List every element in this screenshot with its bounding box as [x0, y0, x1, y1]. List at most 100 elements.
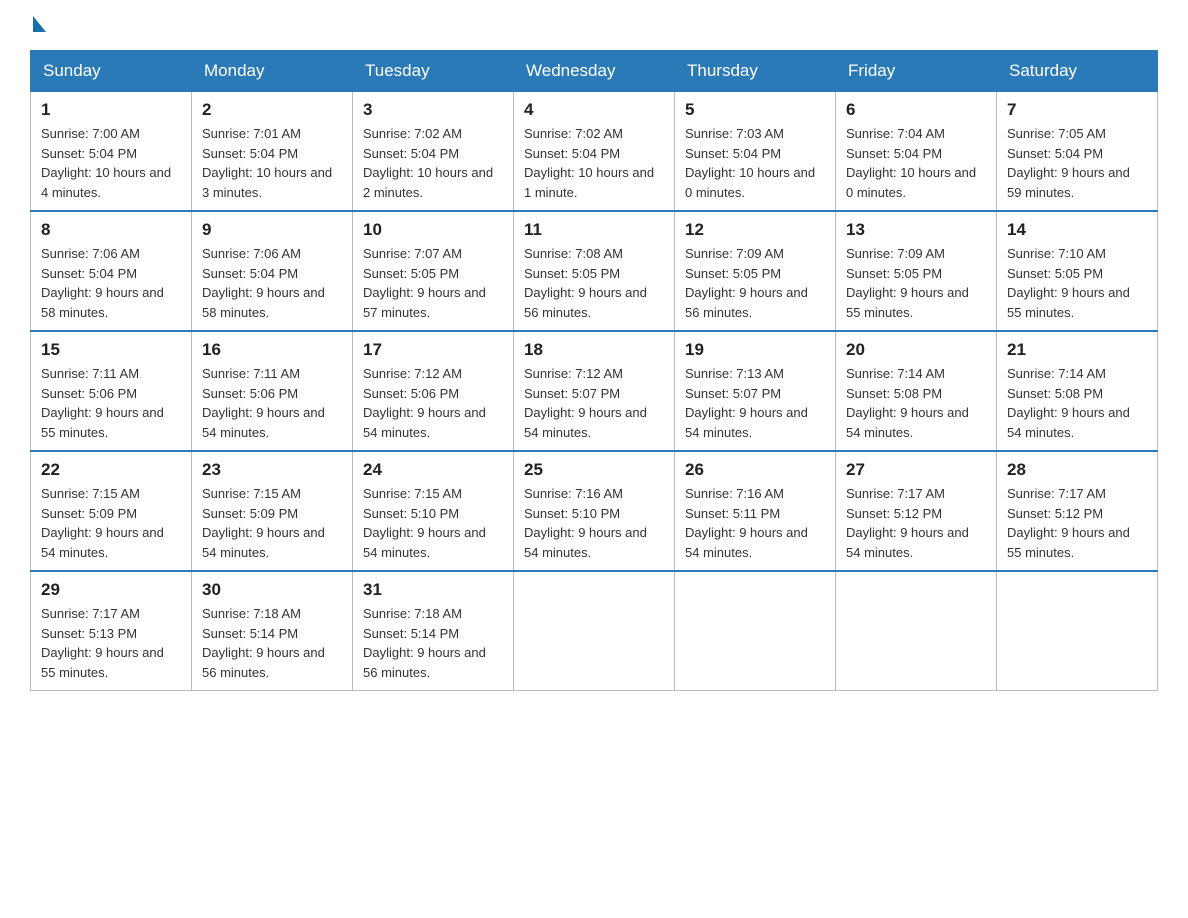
calendar-cell: 5 Sunrise: 7:03 AM Sunset: 5:04 PM Dayli… — [675, 92, 836, 212]
day-header-thursday: Thursday — [675, 51, 836, 92]
day-number: 9 — [202, 220, 342, 240]
day-number: 16 — [202, 340, 342, 360]
day-number: 26 — [685, 460, 825, 480]
day-header-saturday: Saturday — [997, 51, 1158, 92]
calendar-cell — [836, 571, 997, 691]
calendar-cell: 19 Sunrise: 7:13 AM Sunset: 5:07 PM Dayl… — [675, 331, 836, 451]
day-number: 29 — [41, 580, 181, 600]
calendar-cell: 17 Sunrise: 7:12 AM Sunset: 5:06 PM Dayl… — [353, 331, 514, 451]
day-number: 12 — [685, 220, 825, 240]
logo-line1 — [30, 20, 46, 32]
day-info: Sunrise: 7:08 AM Sunset: 5:05 PM Dayligh… — [524, 244, 664, 322]
calendar-cell — [675, 571, 836, 691]
calendar-cell: 18 Sunrise: 7:12 AM Sunset: 5:07 PM Dayl… — [514, 331, 675, 451]
calendar-cell: 2 Sunrise: 7:01 AM Sunset: 5:04 PM Dayli… — [192, 92, 353, 212]
day-info: Sunrise: 7:14 AM Sunset: 5:08 PM Dayligh… — [1007, 364, 1147, 442]
day-number: 15 — [41, 340, 181, 360]
calendar-cell: 9 Sunrise: 7:06 AM Sunset: 5:04 PM Dayli… — [192, 211, 353, 331]
day-info: Sunrise: 7:18 AM Sunset: 5:14 PM Dayligh… — [202, 604, 342, 682]
calendar-cell: 6 Sunrise: 7:04 AM Sunset: 5:04 PM Dayli… — [836, 92, 997, 212]
day-number: 6 — [846, 100, 986, 120]
day-info: Sunrise: 7:10 AM Sunset: 5:05 PM Dayligh… — [1007, 244, 1147, 322]
day-number: 1 — [41, 100, 181, 120]
week-row-2: 8 Sunrise: 7:06 AM Sunset: 5:04 PM Dayli… — [31, 211, 1158, 331]
day-info: Sunrise: 7:16 AM Sunset: 5:11 PM Dayligh… — [685, 484, 825, 562]
calendar-cell: 25 Sunrise: 7:16 AM Sunset: 5:10 PM Dayl… — [514, 451, 675, 571]
day-number: 13 — [846, 220, 986, 240]
calendar-table: SundayMondayTuesdayWednesdayThursdayFrid… — [30, 50, 1158, 691]
day-info: Sunrise: 7:14 AM Sunset: 5:08 PM Dayligh… — [846, 364, 986, 442]
day-info: Sunrise: 7:17 AM Sunset: 5:12 PM Dayligh… — [846, 484, 986, 562]
calendar-cell: 12 Sunrise: 7:09 AM Sunset: 5:05 PM Dayl… — [675, 211, 836, 331]
calendar-cell: 23 Sunrise: 7:15 AM Sunset: 5:09 PM Dayl… — [192, 451, 353, 571]
day-header-sunday: Sunday — [31, 51, 192, 92]
calendar-cell: 10 Sunrise: 7:07 AM Sunset: 5:05 PM Dayl… — [353, 211, 514, 331]
calendar-cell: 28 Sunrise: 7:17 AM Sunset: 5:12 PM Dayl… — [997, 451, 1158, 571]
calendar-cell: 22 Sunrise: 7:15 AM Sunset: 5:09 PM Dayl… — [31, 451, 192, 571]
day-info: Sunrise: 7:11 AM Sunset: 5:06 PM Dayligh… — [202, 364, 342, 442]
calendar-cell: 13 Sunrise: 7:09 AM Sunset: 5:05 PM Dayl… — [836, 211, 997, 331]
day-number: 18 — [524, 340, 664, 360]
day-number: 8 — [41, 220, 181, 240]
calendar-cell: 4 Sunrise: 7:02 AM Sunset: 5:04 PM Dayli… — [514, 92, 675, 212]
week-row-4: 22 Sunrise: 7:15 AM Sunset: 5:09 PM Dayl… — [31, 451, 1158, 571]
day-info: Sunrise: 7:15 AM Sunset: 5:10 PM Dayligh… — [363, 484, 503, 562]
logo — [30, 20, 46, 30]
day-header-monday: Monday — [192, 51, 353, 92]
calendar-cell: 30 Sunrise: 7:18 AM Sunset: 5:14 PM Dayl… — [192, 571, 353, 691]
calendar-cell: 15 Sunrise: 7:11 AM Sunset: 5:06 PM Dayl… — [31, 331, 192, 451]
day-info: Sunrise: 7:11 AM Sunset: 5:06 PM Dayligh… — [41, 364, 181, 442]
calendar-cell: 26 Sunrise: 7:16 AM Sunset: 5:11 PM Dayl… — [675, 451, 836, 571]
calendar-cell: 3 Sunrise: 7:02 AM Sunset: 5:04 PM Dayli… — [353, 92, 514, 212]
day-number: 11 — [524, 220, 664, 240]
day-number: 25 — [524, 460, 664, 480]
day-number: 2 — [202, 100, 342, 120]
day-info: Sunrise: 7:15 AM Sunset: 5:09 PM Dayligh… — [202, 484, 342, 562]
day-number: 4 — [524, 100, 664, 120]
day-header-tuesday: Tuesday — [353, 51, 514, 92]
day-info: Sunrise: 7:02 AM Sunset: 5:04 PM Dayligh… — [524, 124, 664, 202]
day-header-wednesday: Wednesday — [514, 51, 675, 92]
calendar-cell: 16 Sunrise: 7:11 AM Sunset: 5:06 PM Dayl… — [192, 331, 353, 451]
week-row-1: 1 Sunrise: 7:00 AM Sunset: 5:04 PM Dayli… — [31, 92, 1158, 212]
day-info: Sunrise: 7:17 AM Sunset: 5:12 PM Dayligh… — [1007, 484, 1147, 562]
day-info: Sunrise: 7:15 AM Sunset: 5:09 PM Dayligh… — [41, 484, 181, 562]
day-number: 28 — [1007, 460, 1147, 480]
day-info: Sunrise: 7:12 AM Sunset: 5:07 PM Dayligh… — [524, 364, 664, 442]
day-number: 24 — [363, 460, 503, 480]
calendar-cell: 21 Sunrise: 7:14 AM Sunset: 5:08 PM Dayl… — [997, 331, 1158, 451]
calendar-cell: 31 Sunrise: 7:18 AM Sunset: 5:14 PM Dayl… — [353, 571, 514, 691]
calendar-cell: 27 Sunrise: 7:17 AM Sunset: 5:12 PM Dayl… — [836, 451, 997, 571]
day-number: 5 — [685, 100, 825, 120]
day-number: 23 — [202, 460, 342, 480]
calendar-cell: 24 Sunrise: 7:15 AM Sunset: 5:10 PM Dayl… — [353, 451, 514, 571]
day-header-friday: Friday — [836, 51, 997, 92]
day-info: Sunrise: 7:18 AM Sunset: 5:14 PM Dayligh… — [363, 604, 503, 682]
day-info: Sunrise: 7:05 AM Sunset: 5:04 PM Dayligh… — [1007, 124, 1147, 202]
day-info: Sunrise: 7:12 AM Sunset: 5:06 PM Dayligh… — [363, 364, 503, 442]
day-info: Sunrise: 7:01 AM Sunset: 5:04 PM Dayligh… — [202, 124, 342, 202]
calendar-cell: 14 Sunrise: 7:10 AM Sunset: 5:05 PM Dayl… — [997, 211, 1158, 331]
day-headers-row: SundayMondayTuesdayWednesdayThursdayFrid… — [31, 51, 1158, 92]
day-info: Sunrise: 7:16 AM Sunset: 5:10 PM Dayligh… — [524, 484, 664, 562]
day-info: Sunrise: 7:02 AM Sunset: 5:04 PM Dayligh… — [363, 124, 503, 202]
day-number: 14 — [1007, 220, 1147, 240]
calendar-cell: 29 Sunrise: 7:17 AM Sunset: 5:13 PM Dayl… — [31, 571, 192, 691]
day-number: 30 — [202, 580, 342, 600]
day-info: Sunrise: 7:07 AM Sunset: 5:05 PM Dayligh… — [363, 244, 503, 322]
calendar-cell: 1 Sunrise: 7:00 AM Sunset: 5:04 PM Dayli… — [31, 92, 192, 212]
day-info: Sunrise: 7:03 AM Sunset: 5:04 PM Dayligh… — [685, 124, 825, 202]
day-number: 3 — [363, 100, 503, 120]
day-info: Sunrise: 7:04 AM Sunset: 5:04 PM Dayligh… — [846, 124, 986, 202]
day-info: Sunrise: 7:09 AM Sunset: 5:05 PM Dayligh… — [685, 244, 825, 322]
day-number: 20 — [846, 340, 986, 360]
day-number: 19 — [685, 340, 825, 360]
day-number: 31 — [363, 580, 503, 600]
calendar-cell: 7 Sunrise: 7:05 AM Sunset: 5:04 PM Dayli… — [997, 92, 1158, 212]
page-header — [30, 20, 1158, 30]
day-number: 17 — [363, 340, 503, 360]
logo-arrow-icon — [33, 16, 46, 32]
day-number: 21 — [1007, 340, 1147, 360]
week-row-3: 15 Sunrise: 7:11 AM Sunset: 5:06 PM Dayl… — [31, 331, 1158, 451]
day-number: 7 — [1007, 100, 1147, 120]
